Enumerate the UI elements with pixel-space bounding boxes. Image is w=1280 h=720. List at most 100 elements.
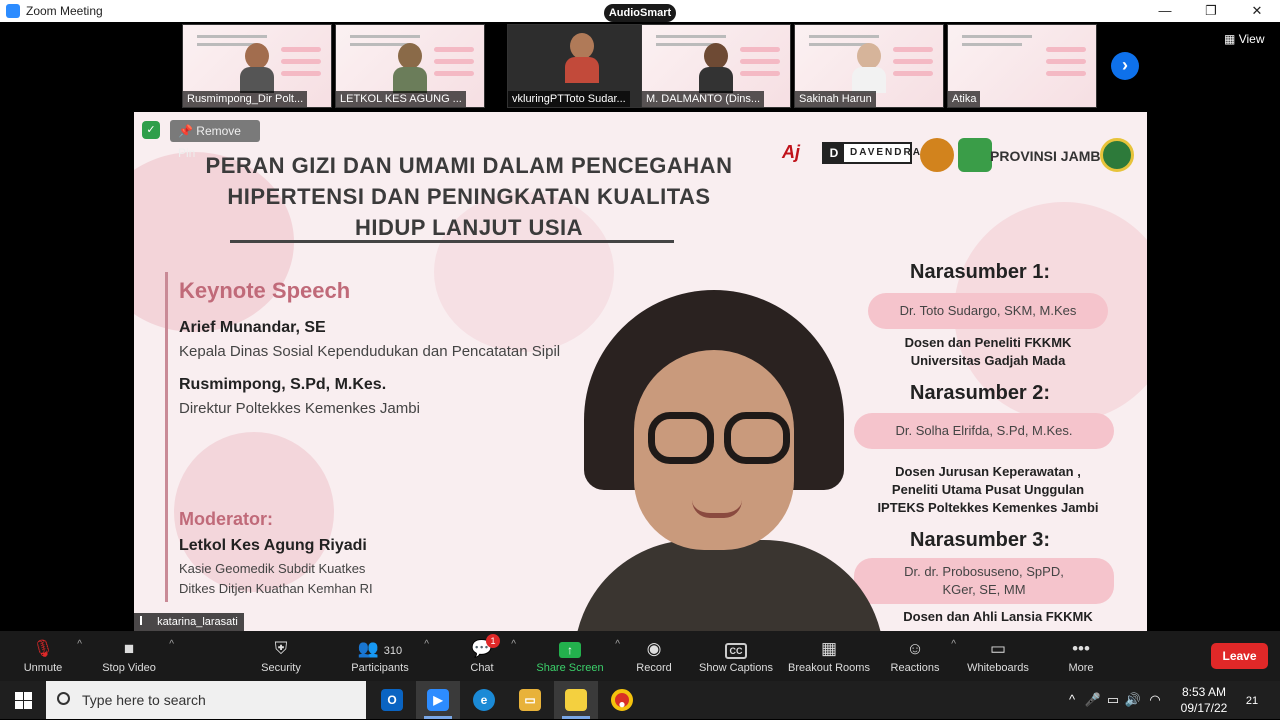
reactions-button[interactable]: ☺ Reactions ^ [888, 631, 956, 681]
security-button[interactable]: ⛨ Security [256, 631, 306, 681]
participant-tile[interactable]: LETKOL KES AGUNG ... [335, 24, 485, 108]
file-explorer-taskbar-icon[interactable]: ▭ [508, 681, 552, 719]
narasumber1-heading: Narasumber 1: [910, 261, 1051, 283]
window-title: Zoom Meeting [26, 4, 103, 18]
edge-taskbar-icon[interactable]: e [462, 681, 506, 719]
whiteboards-button[interactable]: ▭ Whiteboards [964, 631, 1032, 681]
participant-name: Rusmimpong_Dir Polt... [183, 91, 308, 107]
participants-count: 310 [383, 645, 403, 657]
microphone-tray-icon[interactable]: 🎤 [1084, 681, 1102, 719]
narasumber3-name-line: Dr. dr. Probosuseno, SpPD, [904, 564, 1064, 579]
ajinomoto-logo: Aj [782, 142, 800, 162]
share-screen-button[interactable]: ↑ Share Screen ^ [534, 631, 620, 681]
stop-video-label: Stop Video [102, 662, 156, 674]
narasumber3-desc: Dosen dan Ahli Lansia FKKMK [903, 609, 1093, 624]
breakout-rooms-button[interactable]: ▦ Breakout Rooms [786, 631, 872, 681]
keynote1-role: Kepala Dinas Sosial Kependudukan dan Pen… [179, 343, 561, 360]
taskbar-search-input[interactable]: Type here to search [46, 681, 366, 719]
unmute-label: Unmute [23, 662, 63, 674]
chat-unread-badge: 1 [486, 634, 500, 648]
zoom-taskbar-icon[interactable]: ▶ [416, 681, 460, 719]
show-captions-button[interactable]: CC Show Captions [696, 631, 776, 681]
closed-captions-icon: CC [696, 640, 776, 659]
accent-bar [165, 272, 168, 602]
participant-video [699, 43, 733, 93]
muted-microphone-icon: 🎙 [32, 639, 54, 658]
taskbar-clock[interactable]: 8:53 AM 09/17/22 [1176, 684, 1232, 716]
caret-up-icon[interactable]: ^ [169, 639, 174, 650]
kemenkes-logo [1100, 138, 1134, 172]
participant-tile[interactable]: vkluringPTToto Sudar... [507, 24, 657, 108]
narasumber1-desc-line: Dosen dan Peneliti FKKMK [904, 335, 1072, 350]
participant-name: LETKOL KES AGUNG ... [336, 91, 466, 107]
narasumber3-name-line: KGer, SE, MM [942, 582, 1026, 597]
caret-up-icon[interactable]: ^ [615, 639, 620, 650]
davendra-logo: D DAVENDRA [822, 142, 920, 164]
caret-up-icon[interactable]: ^ [424, 639, 429, 650]
close-window-button[interactable]: ✕ [1234, 0, 1280, 22]
video-camera-icon: ■ [123, 639, 135, 658]
caret-up-icon[interactable]: ^ [511, 639, 516, 650]
participants-button[interactable]: 👥 310 Participants ^ [345, 631, 429, 681]
moderator-heading: Moderator: [179, 509, 273, 529]
sticky-notes-taskbar-icon[interactable] [554, 681, 598, 719]
title-divider [230, 240, 674, 243]
davendra-mark: D [824, 144, 844, 162]
more-button[interactable]: ••• More [1064, 631, 1098, 681]
speaker-name-tag: katarina_larasati [134, 613, 244, 631]
more-dots-icon: ••• [1072, 639, 1090, 658]
caret-up-icon[interactable]: ^ [77, 639, 82, 650]
network-tray-icon[interactable]: ▭ [1104, 681, 1122, 719]
participant-video [240, 43, 274, 93]
zoom-app-icon [6, 4, 20, 18]
windows-start-icon[interactable] [0, 681, 46, 719]
volume-tray-icon[interactable]: 🔊 [1124, 681, 1142, 719]
record-icon: ◉ [646, 639, 662, 658]
chrome-taskbar-icon[interactable]: ● [600, 681, 644, 719]
notification-center-icon[interactable]: 21 [1238, 681, 1266, 719]
meeting-toolbar: 🎙 Unmute ^ ■ Stop Video ^ ⛨ Security 👥 3… [0, 631, 1280, 681]
tray-chevron-icon[interactable]: ^ [1064, 681, 1080, 719]
participant-tile[interactable]: Rusmimpong_Dir Polt... [182, 24, 332, 108]
slide-title-line: HIPERTENSI DAN PENINGKATAN KUALITAS [227, 184, 711, 209]
participant-tile[interactable]: Sakinah Harun [794, 24, 944, 108]
more-label: More [1068, 662, 1094, 674]
participant-tile[interactable]: Atika [947, 24, 1097, 108]
outlook-taskbar-icon[interactable]: O [370, 681, 414, 719]
wifi-tray-icon[interactable]: ◠ [1146, 681, 1164, 719]
restore-button[interactable]: ❐ [1188, 0, 1234, 22]
stop-video-button[interactable]: ■ Stop Video ^ [98, 631, 174, 681]
cc-label: CC [725, 643, 747, 659]
reactions-label: Reactions [890, 662, 940, 674]
narasumber1-desc-line: Universitas Gadjah Mada [910, 353, 1066, 368]
jambi-crest-logo [958, 138, 992, 172]
reactions-smiley-icon: ☺ [906, 639, 924, 658]
unmute-button[interactable]: 🎙 Unmute ^ [18, 631, 82, 681]
remove-pin-button[interactable]: 📌 Remove Pin [170, 120, 260, 160]
speaker-name: katarina_larasati [157, 616, 238, 628]
notification-count: 21 [1245, 695, 1259, 707]
moderator-name: Letkol Kes Agung Riyadi [179, 537, 367, 554]
leave-button[interactable]: Leave [1211, 643, 1268, 669]
pinned-video[interactable]: ✓ 📌 Remove Pin PERAN GIZI DAN UMAMI DALA… [134, 112, 1147, 631]
participant-name: vkluringPTToto Sudar... [508, 91, 630, 107]
windows-taskbar: Type here to search O ▶ e ▭ ● ^ 🎤 ▭ 🔊 ◠ … [0, 681, 1280, 719]
minimize-button[interactable]: — [1142, 0, 1188, 22]
clock-date: 09/17/22 [1180, 701, 1228, 715]
security-shield-icon[interactable]: ✓ [142, 121, 160, 139]
speaker-video [574, 290, 884, 631]
participant-tile[interactable]: M. DALMANTO (Dins... [641, 24, 791, 108]
participant-video [852, 43, 886, 93]
caret-up-icon[interactable]: ^ [951, 639, 956, 650]
search-placeholder: Type here to search [82, 692, 206, 708]
record-button[interactable]: ◉ Record [633, 631, 675, 681]
chat-button[interactable]: 💬 1 Chat ^ [462, 631, 516, 681]
whiteboards-label: Whiteboards [967, 662, 1029, 674]
slide-title-line: PERAN GIZI DAN UMAMI DALAM PENCEGAHAN [205, 153, 733, 178]
glasses [648, 412, 714, 464]
gallery-next-button[interactable]: › [1111, 52, 1139, 80]
view-button[interactable]: ▦ View [1224, 32, 1264, 46]
participant-name: Atika [948, 91, 981, 107]
poltekkes-seal-logo [920, 138, 954, 172]
audiosmart-badge[interactable]: AudioSmart [604, 4, 676, 22]
